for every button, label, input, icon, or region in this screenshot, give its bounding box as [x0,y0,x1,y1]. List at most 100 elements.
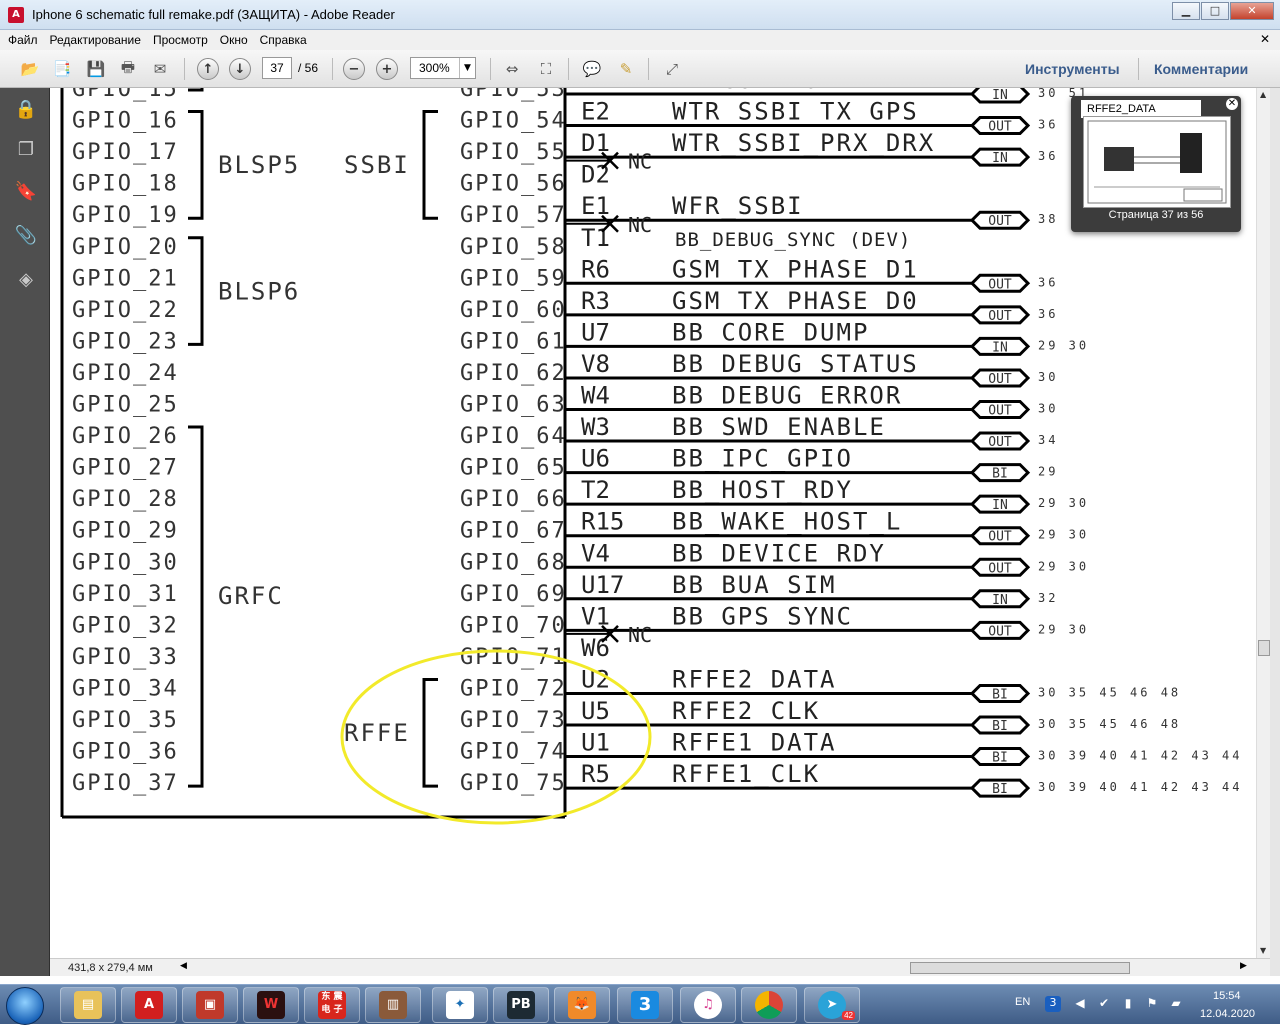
close-button[interactable]: ✕ [1230,2,1274,20]
previous-page-icon[interactable]: ↑ [197,58,219,80]
security-icon[interactable]: ✔ [1096,996,1112,1012]
maximize-button[interactable]: □ [1201,2,1229,20]
acrobat-icon: A [135,991,163,1019]
taskbar-fox[interactable]: 🦊 [554,987,610,1023]
bracket-grfc [188,425,204,788]
fullscreen-icon[interactable]: ⤢ [660,57,684,81]
taskbar-toolbox[interactable]: ▣ [182,987,238,1023]
left-pin-label: GPIO_31 [72,582,179,607]
zoom-input[interactable]: 300% ▼ [410,57,476,79]
window-title: Iphone 6 schematic full remake.pdf (ЗАЩИ… [32,7,395,22]
ball-id: R6 [581,255,610,283]
taskbar-explorer[interactable]: ▤ [60,987,116,1023]
ball-id: U6 [581,445,610,473]
thumbnail-image[interactable] [1083,116,1231,208]
left-pin-label: GPIO_22 [72,298,179,323]
page-ref: 30 39 40 41 42 43 44 [1038,780,1243,794]
taskbar-chrome[interactable] [741,987,797,1023]
comments-button[interactable]: Комментарии [1154,61,1248,77]
close-document-icon[interactable]: ✕ [1260,32,1270,46]
port-type: OUT [988,435,1012,450]
page-ref: 36 [1038,118,1058,132]
page-number-input[interactable]: 37 [262,57,292,79]
horizontal-scroll-thumb[interactable] [910,962,1130,974]
chevron-down-icon[interactable]: ▼ [459,58,475,78]
notify-icon[interactable]: 3 [1045,996,1061,1012]
acrobat-app-icon: A [8,6,24,23]
taskbar-notebook[interactable]: ▥ [365,987,421,1023]
close-icon[interactable]: ✕ [1226,98,1238,110]
scroll-left-icon[interactable]: ◀ [180,961,187,971]
power-icon[interactable]: ▰ [1168,996,1184,1012]
taskbar-3[interactable]: 3 [617,987,673,1023]
left-pin-label: GPIO_36 [72,740,179,765]
ball-id: E1 [581,192,610,220]
tools-button[interactable]: Инструменты [1025,61,1120,77]
port-type: OUT [988,404,1012,419]
bookmark-icon[interactable]: 🔖 [14,180,38,204]
left-pin-label: GPIO_24 [72,361,179,386]
page-ref: 36 [1038,149,1058,163]
scroll-right-icon[interactable]: ▶ [1240,961,1247,971]
port-type: IN [992,593,1008,608]
menu-file[interactable]: Файл [8,33,38,47]
taskbar-telegram[interactable]: ➤ 42 [804,987,860,1023]
highlight-icon[interactable]: ✎ [614,57,638,81]
attachment-icon[interactable]: 📎 [14,224,38,248]
taskbar-wl[interactable]: W [243,987,299,1023]
page-total: / 56 [298,61,319,75]
left-pin-label: GPIO_20 [72,235,179,260]
comment-icon[interactable]: 💬 [580,57,604,81]
bracket-rffe [422,677,438,788]
pages-icon[interactable]: ❐ [14,138,38,162]
taskbar-dongxin[interactable]: 东 震 电 子 [304,987,360,1023]
page-ref: 34 [1038,433,1058,447]
network-icon[interactable]: ▮ [1120,996,1136,1012]
fit-page-icon[interactable]: ⛶ [534,57,558,81]
zoom-in-icon[interactable]: + [376,58,398,80]
start-button[interactable] [6,987,44,1025]
email-icon[interactable]: ✉ [148,57,172,81]
left-pin-label: GPIO_37 [72,771,179,796]
left-pin-label: GPIO_17 [72,140,179,165]
taskbar-compass[interactable]: ✦ [432,987,488,1023]
volume-icon[interactable]: ◀ [1072,996,1088,1012]
save-icon[interactable]: 💾 [84,57,108,81]
ball-id: V1 [581,602,610,630]
page-ref: 38 [1038,212,1058,226]
flag-icon[interactable]: ⚑ [1144,996,1160,1012]
toolbox-icon: ▣ [196,991,224,1019]
zoom-out-icon[interactable]: − [343,58,365,80]
group-label-blsp5: BLSP5 [218,151,300,179]
left-pin-label: GPIO_34 [72,676,179,701]
menu-view[interactable]: Просмотр [153,33,208,47]
page-ref: 36 [1038,307,1058,321]
port-type: IN [992,88,1008,103]
layers-icon[interactable]: ◈ [14,268,38,292]
group-label-ssbi: SSBI [344,151,410,179]
fit-width-icon[interactable]: ⇔ [500,57,524,81]
right-pin-label: GPIO_57 [460,203,567,228]
minimize-button[interactable]: ▁ [1172,2,1200,20]
taskbar-acrobat[interactable]: A [121,987,177,1023]
create-pdf-icon[interactable]: 📑 [50,57,74,81]
next-page-icon[interactable]: ↓ [229,58,251,80]
net-name: BB_GPS_SYNC [672,602,853,630]
print-icon[interactable]: 🖶 [116,57,140,81]
vertical-scrollbar[interactable]: ▲ ▼ [1256,88,1270,958]
menu-window[interactable]: Окно [220,33,248,47]
left-pin-label: GPIO_28 [72,487,179,512]
vertical-scroll-thumb[interactable] [1258,640,1270,656]
taskbar-pb[interactable]: PB [493,987,549,1023]
open-file-icon[interactable]: 📂 [18,57,42,81]
menu-help[interactable]: Справка [260,33,307,47]
lock-icon[interactable]: 🔒 [14,98,38,122]
net-name: RFFE1_CLK [672,760,820,788]
net-name: GSM_TX_PHASE_D0 [672,287,919,315]
page-ref: 30 35 45 46 48 [1038,717,1181,731]
thumbnail-caption: Страница 37 из 56 [1108,209,1204,221]
zoom-value: 300% [419,61,450,75]
language-indicator[interactable]: EN [1015,996,1030,1008]
taskbar-itunes[interactable]: ♫ [680,987,736,1023]
menu-edit[interactable]: Редактирование [50,33,141,47]
